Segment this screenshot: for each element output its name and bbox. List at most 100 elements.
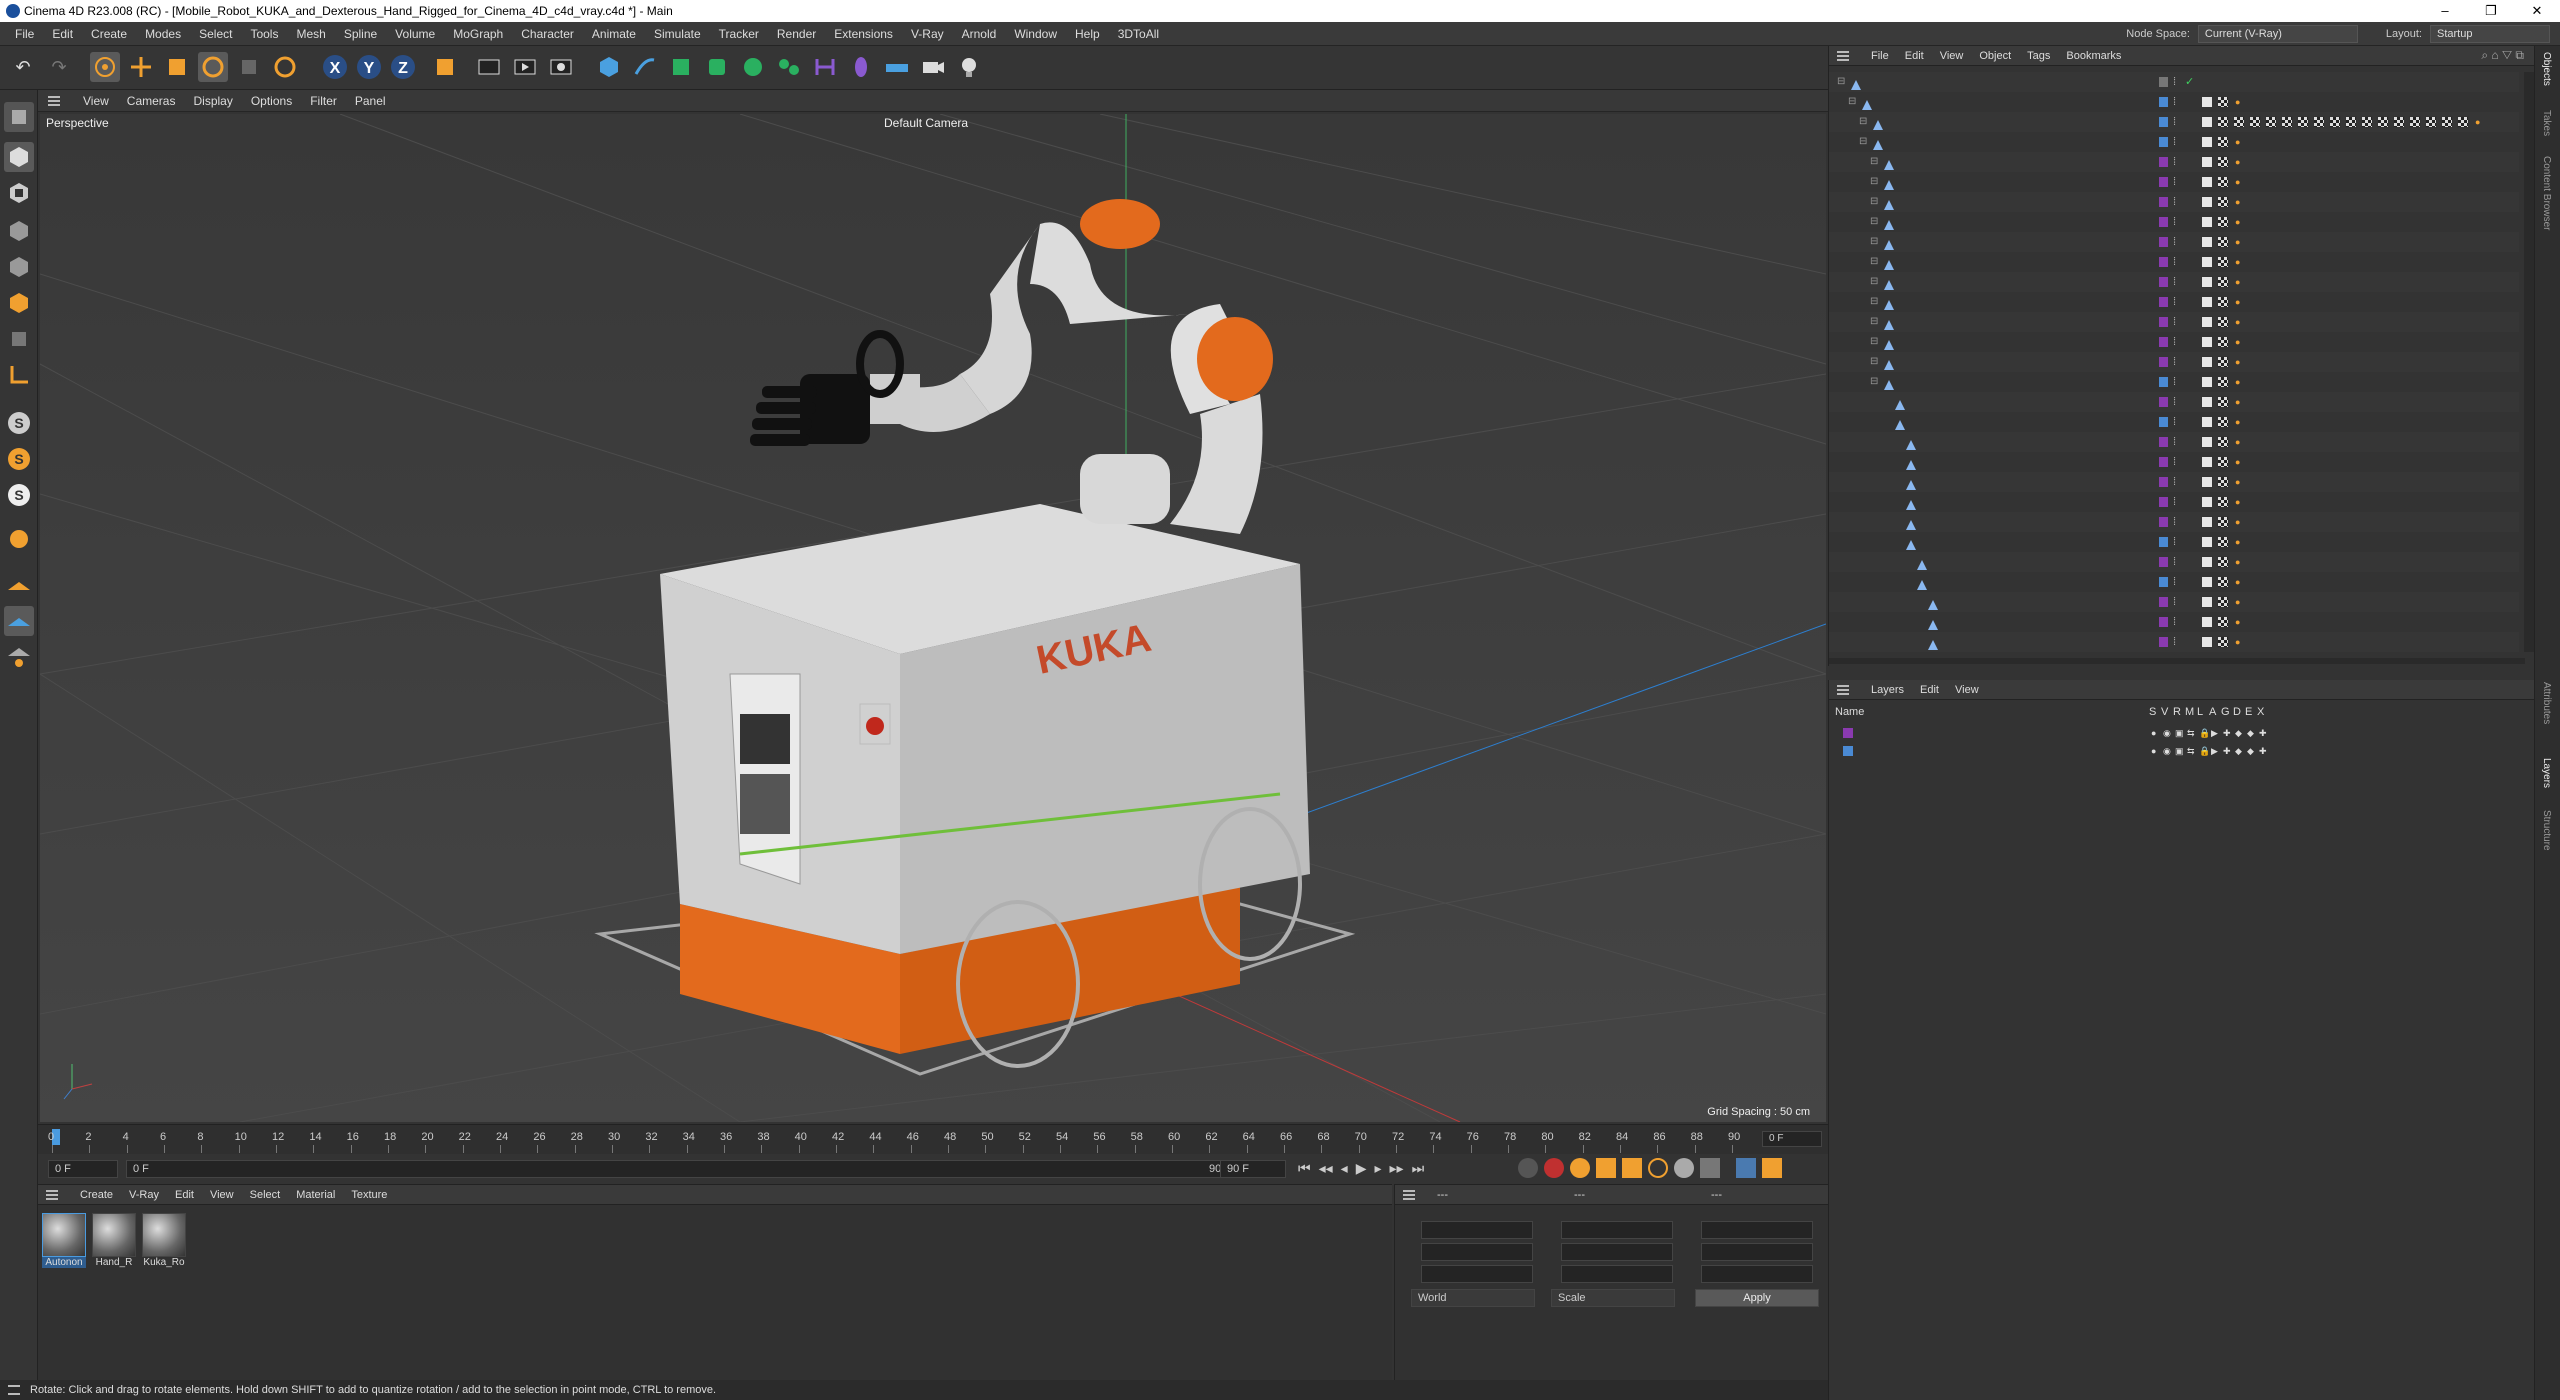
keyframe-selection-icon[interactable] [1570, 1158, 1590, 1178]
recent-tool-icon[interactable] [270, 52, 300, 82]
coordinate-system-icon[interactable] [430, 52, 460, 82]
object-hamburger-icon[interactable] [1837, 51, 1849, 61]
layer-toggle-icon[interactable]: ◆ [2247, 742, 2254, 760]
protection-tag-icon[interactable] [2201, 376, 2213, 388]
side-tab-structure[interactable]: Structure [2541, 810, 2552, 851]
layer-toggle-icon[interactable]: ▶ [2211, 742, 2218, 760]
expand-toggle-icon[interactable]: ⊟ [1870, 192, 1878, 212]
menu-modes[interactable]: Modes [136, 22, 190, 46]
visibility-dots-icon[interactable]: ⁞ [2173, 352, 2176, 372]
coord-rot-z[interactable] [1701, 1265, 1813, 1283]
menu-window[interactable]: Window [1005, 22, 1066, 46]
visibility-dots-icon[interactable]: ⁞ [2173, 312, 2176, 332]
object-row-buttons-00[interactable]: ⊟ ⁞ ● [1829, 252, 2519, 272]
material-tag-icon[interactable] [2441, 116, 2453, 128]
material-tag-icon[interactable] [2217, 436, 2229, 448]
layer-color-swatch[interactable] [2159, 297, 2168, 307]
object-row-body-04[interactable]: ⁞ ● [1829, 512, 2519, 532]
object-row-helper-01[interactable]: ⁞ ● [1829, 532, 2519, 552]
layer-color-swatch[interactable] [2159, 557, 2168, 567]
ik-tag-icon[interactable]: ● [2235, 572, 2240, 592]
ik-tag-icon[interactable]: ● [2235, 612, 2240, 632]
viewport-menu-cameras[interactable]: Cameras [118, 94, 185, 108]
viewport-menu-filter[interactable]: Filter [301, 94, 346, 108]
layer-color-swatch[interactable] [2159, 377, 2168, 387]
light-icon[interactable] [954, 52, 984, 82]
material-tag-icon[interactable] [2217, 116, 2229, 128]
model-mode-icon[interactable] [4, 142, 34, 172]
protection-tag-icon[interactable] [2201, 96, 2213, 108]
material-thumbnail[interactable]: Kuka_Ro [142, 1213, 186, 1268]
layer-color-swatch[interactable] [2159, 257, 2168, 267]
apply-button[interactable]: Apply [1695, 1289, 1819, 1307]
visibility-dots-icon[interactable]: ⁞ [2173, 632, 2176, 652]
start-frame-field[interactable]: 0 F [48, 1160, 118, 1178]
protection-tag-icon[interactable] [2201, 296, 2213, 308]
layer-color-swatch[interactable] [2159, 117, 2168, 127]
object-manager-toolbar-icons[interactable]: ⌕ ⌂ ▽ ⧉ [2481, 48, 2524, 63]
visibility-dots-icon[interactable]: ⁞ [2173, 512, 2176, 532]
mograph-icon[interactable] [774, 52, 804, 82]
ik-tag-icon[interactable]: ● [2235, 592, 2240, 612]
layer-hamburger-icon[interactable] [1837, 685, 1849, 695]
menu-character[interactable]: Character [512, 22, 583, 46]
rotate-icon[interactable] [198, 52, 228, 82]
x-axis-icon[interactable]: X [320, 52, 350, 82]
material-tag-icon[interactable] [2217, 596, 2229, 608]
expand-toggle-icon[interactable]: ⊟ [1870, 172, 1878, 192]
camera-icon[interactable] [918, 52, 948, 82]
menu-file[interactable]: File [6, 22, 43, 46]
ik-tag-icon[interactable]: ● [2235, 172, 2240, 192]
material-tag-icon[interactable] [2217, 516, 2229, 528]
visibility-dots-icon[interactable]: ⁞ [2173, 492, 2176, 512]
layer-color-swatch[interactable] [1843, 728, 1853, 738]
expand-toggle-icon[interactable]: ⊟ [1859, 112, 1867, 132]
menu-spline[interactable]: Spline [335, 22, 386, 46]
uv-mode-icon[interactable] [4, 324, 34, 354]
object-menu-file[interactable]: File [1863, 50, 1897, 62]
object-row-bolt-03[interactable]: ⁞ ● [1829, 472, 2519, 492]
visibility-dots-icon[interactable]: ⁞ [2173, 292, 2176, 312]
cloner-icon[interactable] [738, 52, 768, 82]
coord-size-x[interactable] [1561, 1221, 1673, 1239]
render-region-icon[interactable] [474, 52, 504, 82]
protection-tag-icon[interactable] [2201, 596, 2213, 608]
material-tag-icon[interactable] [2329, 116, 2341, 128]
object-row-bolt-00[interactable]: ⊟ ⁞ ● [1829, 212, 2519, 232]
material-tag-icon[interactable] [2409, 116, 2421, 128]
object-row-foundation-04[interactable]: ⊟ ⁞ ● [1829, 272, 2519, 292]
layer-toggle-icon[interactable]: ✚ [2259, 742, 2267, 760]
object-row-bolt-05[interactable]: ⁞ ● [1829, 632, 2519, 652]
ik-tag-icon[interactable]: ● [2235, 392, 2240, 412]
object-row-bottom[interactable]: ⊟ ⁞ ● [1829, 152, 2519, 172]
expand-toggle-icon[interactable]: ⊟ [1870, 212, 1878, 232]
ik-tag-icon[interactable]: ● [2235, 332, 2240, 352]
layer-toggle-icon[interactable]: 🔒 [2199, 742, 2210, 760]
material-menu-texture[interactable]: Texture [343, 1189, 395, 1201]
render-view-icon[interactable] [510, 52, 540, 82]
edges-mode-icon[interactable] [4, 252, 34, 282]
menu-extensions[interactable]: Extensions [825, 22, 902, 46]
visibility-dots-icon[interactable]: ⁞ [2173, 332, 2176, 352]
material-thumbnail[interactable]: Hand_R [92, 1213, 136, 1268]
layer-color-swatch[interactable] [2159, 197, 2168, 207]
material-tag-icon[interactable] [2233, 116, 2245, 128]
layer-toggle-icon[interactable]: 🔒 [2199, 724, 2210, 742]
menu-mograph[interactable]: MoGraph [444, 22, 512, 46]
layer-color-swatch[interactable] [2159, 397, 2168, 407]
object-menu-view[interactable]: View [1932, 50, 1972, 62]
layer-menu-edit[interactable]: Edit [1912, 684, 1947, 696]
locked-workplane-icon[interactable] [4, 642, 34, 672]
prev-frame-icon[interactable]: ◂ [1341, 1160, 1348, 1177]
visibility-dots-icon[interactable]: ⁞ [2173, 392, 2176, 412]
viewport-menu-options[interactable]: Options [242, 94, 301, 108]
position-key-icon[interactable] [1596, 1158, 1616, 1178]
object-row-foundation-00[interactable]: ⊟ ⁞ ● [1829, 292, 2519, 312]
layout-dropdown[interactable]: Startup [2430, 25, 2550, 43]
material-tag-icon[interactable] [2377, 116, 2389, 128]
protection-tag-icon[interactable] [2201, 456, 2213, 468]
layer-color-swatch[interactable] [2159, 277, 2168, 287]
ik-tag-icon[interactable]: ● [2235, 272, 2240, 292]
layer-color-swatch[interactable] [2159, 357, 2168, 367]
object-vertical-scrollbar[interactable] [2524, 72, 2534, 652]
